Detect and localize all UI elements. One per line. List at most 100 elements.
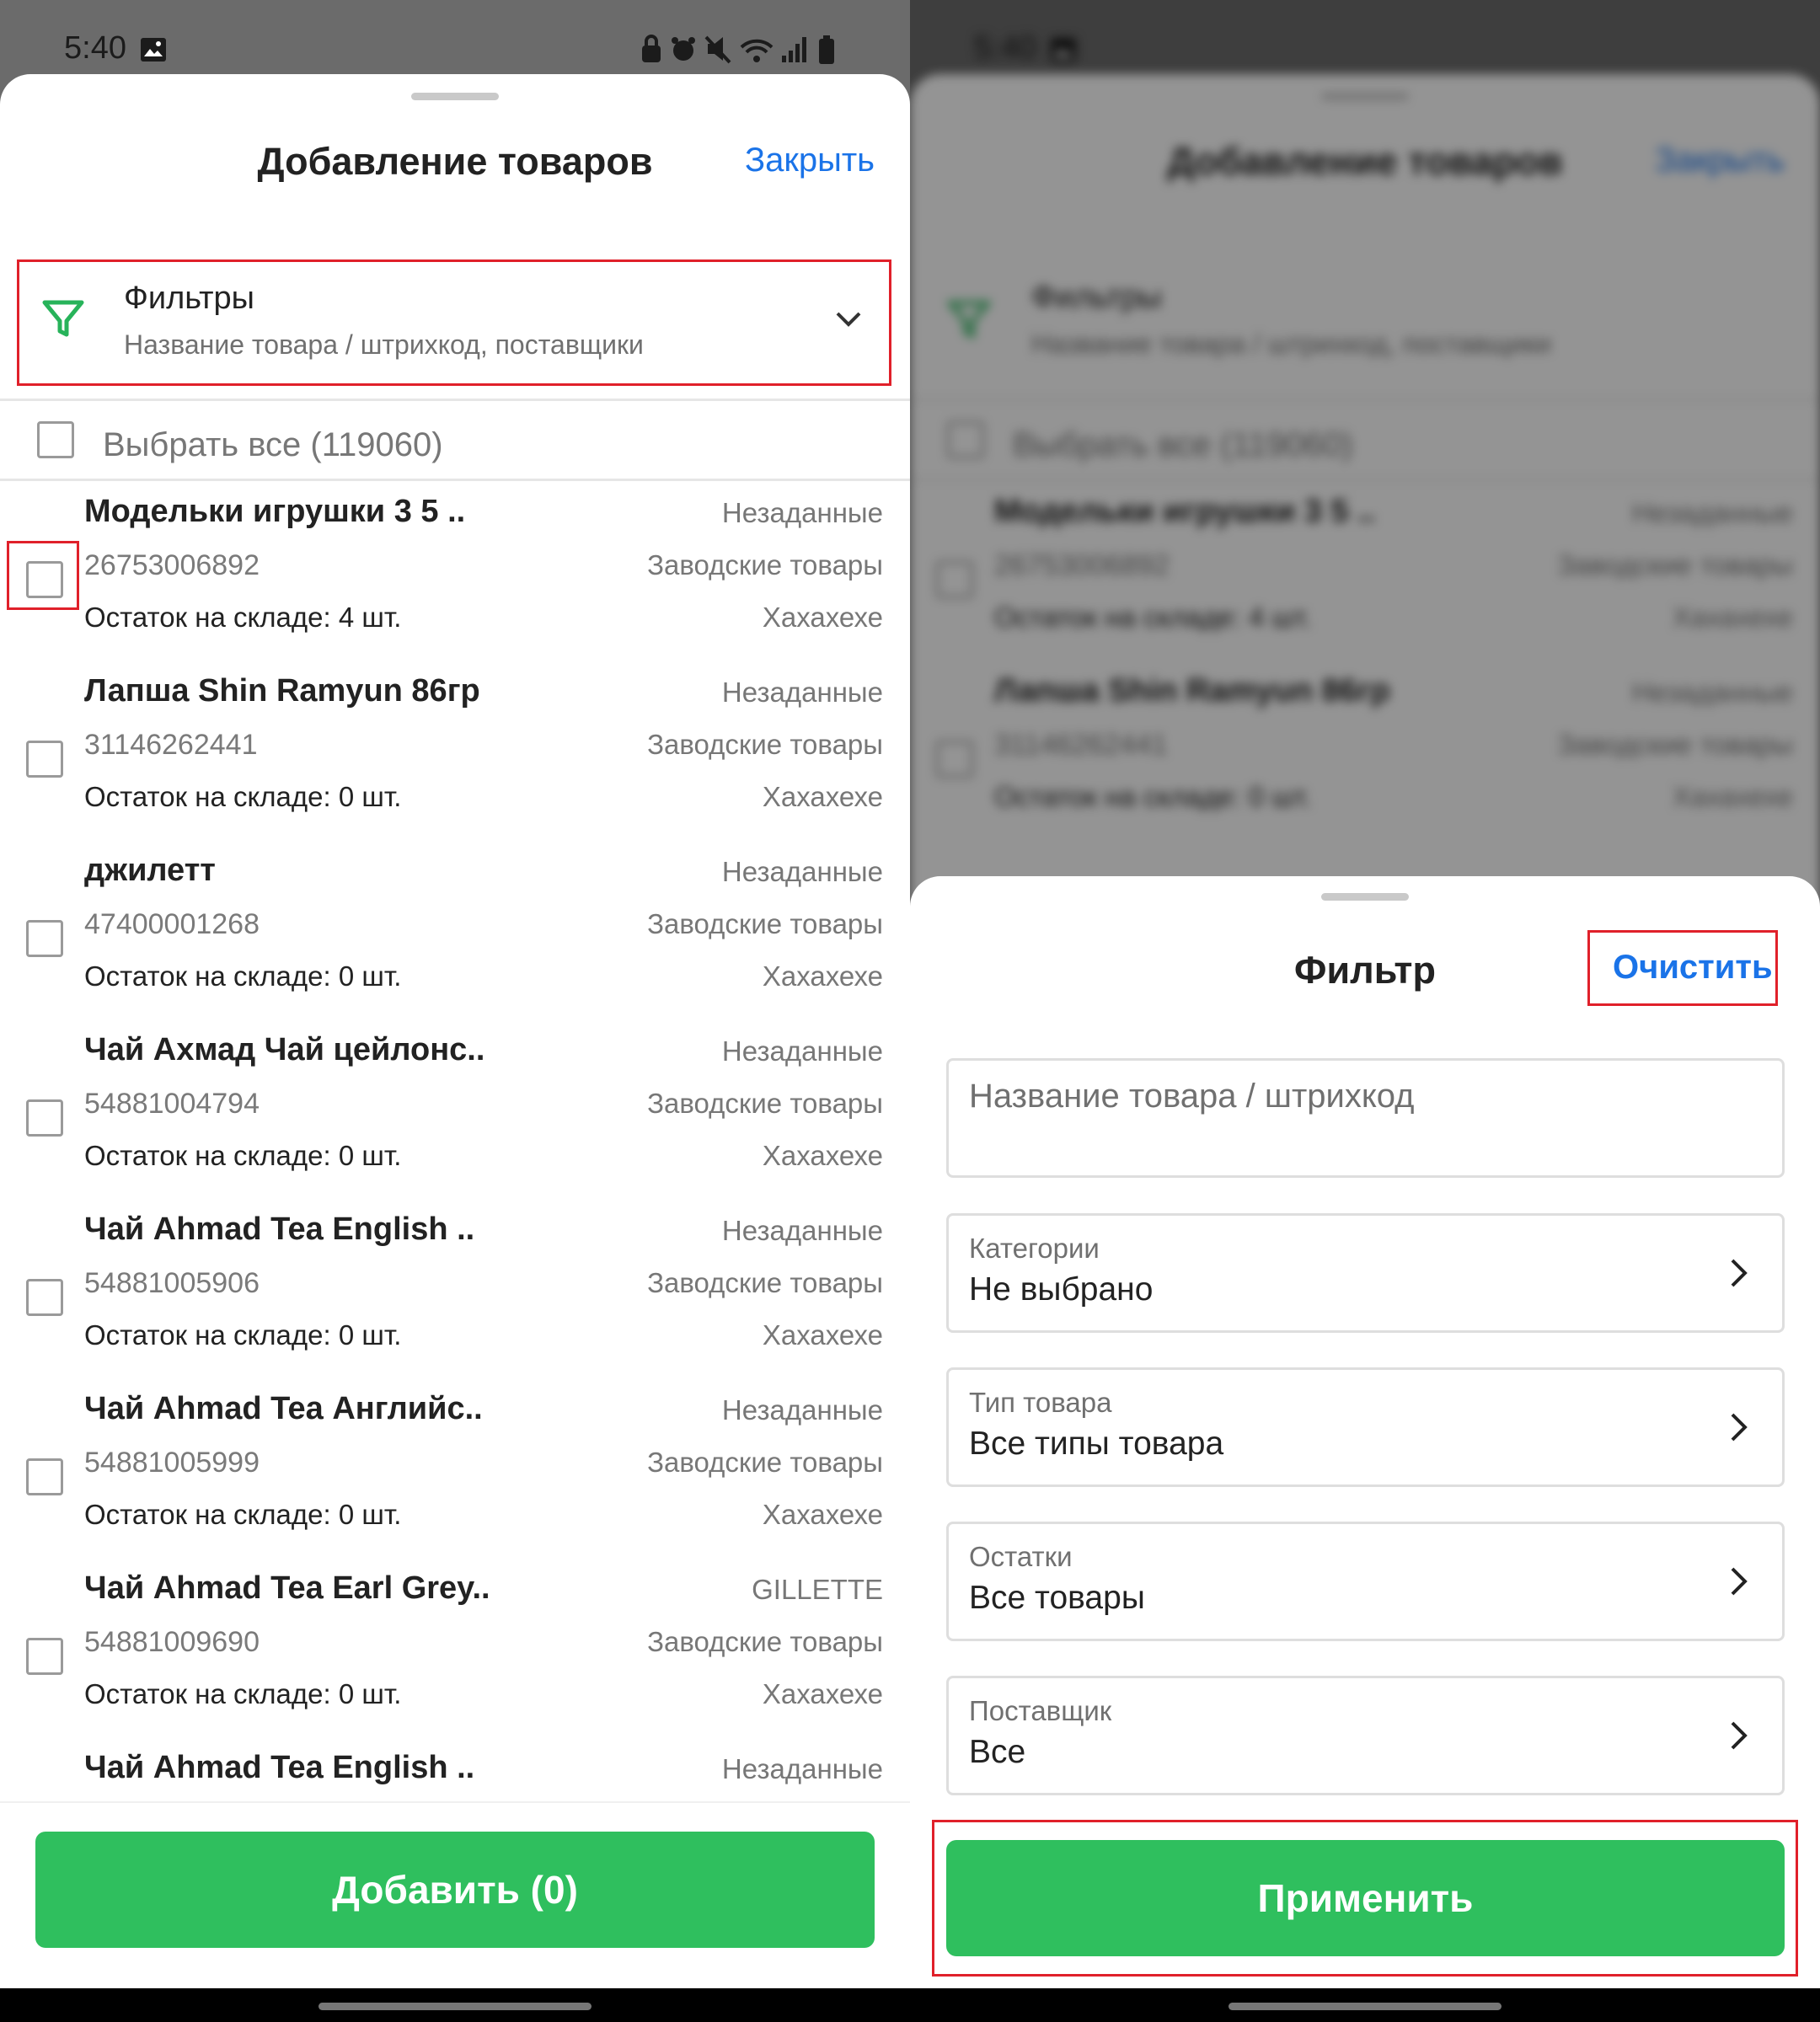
clear-button[interactable]: Очистить xyxy=(1613,949,1773,987)
item-category: Незаданные xyxy=(721,1035,883,1067)
chevron-right-icon xyxy=(1731,1413,1748,1442)
list-item[interactable]: Чай Ahmad Tea Earl Grey.. 54881009690 Ос… xyxy=(0,1557,910,1736)
item-barcode: 31146262441 xyxy=(84,729,258,761)
list-item[interactable]: Лапша Shin Ramyun 86гр 31146262441 Остат… xyxy=(0,660,910,839)
field-label: Поставщик xyxy=(969,1695,1112,1726)
filter-sheet: Фильтр Очистить Название товара / штрихк… xyxy=(910,876,1820,1988)
item-checkbox[interactable] xyxy=(26,1458,63,1495)
item-stock: Остаток на складе: 0 шт. xyxy=(84,1140,402,1171)
right-screen: 5:40 Добавление товаров Закрыть Фильтры … xyxy=(910,0,1820,2022)
field-value: Не выбрано xyxy=(969,1271,1154,1308)
item-type: Заводские товары xyxy=(647,1447,883,1478)
field-value: Все товары xyxy=(969,1580,1145,1616)
item-barcode: 54881009690 xyxy=(84,1626,260,1658)
item-category: Незаданные xyxy=(721,1215,883,1246)
list-item[interactable]: Чай Ahmad Tea Английс.. 54881005999 Оста… xyxy=(0,1377,910,1557)
filter-funnel-icon xyxy=(42,300,84,337)
item-type: Заводские товары xyxy=(647,1626,883,1657)
item-checkbox[interactable] xyxy=(26,1638,63,1675)
filters-expander[interactable]: Фильтры Название товара / штрихкод, пост… xyxy=(17,259,891,386)
item-category: Незаданные xyxy=(721,497,883,528)
sheet-handle[interactable] xyxy=(411,93,499,100)
item-category: GILLETTE xyxy=(752,1574,883,1605)
list-item[interactable]: джилетт 47400001268 Остаток на складе: 0… xyxy=(0,839,910,1019)
field-value: Все типы товара xyxy=(969,1426,1224,1462)
close-button[interactable]: Закрыть xyxy=(745,142,875,179)
item-checkbox[interactable] xyxy=(26,920,63,957)
item-barcode: 47400001268 xyxy=(84,908,260,940)
item-supplier: Хахахехе xyxy=(762,960,883,992)
search-input[interactable]: Название товара / штрихкод xyxy=(946,1058,1785,1178)
list-item[interactable]: Модельки игрушки 3 5 .. 26753006892 Оста… xyxy=(0,480,910,660)
alarm-icon xyxy=(672,37,695,61)
item-type: Заводские товары xyxy=(647,1088,883,1119)
item-type: Заводские товары xyxy=(647,549,883,580)
item-checkbox[interactable] xyxy=(26,1279,63,1316)
checkbox-highlight xyxy=(7,541,79,610)
product-list: Модельки игрушки 3 5 .. 26753006892 Оста… xyxy=(0,480,910,1870)
chevron-right-icon xyxy=(1731,1259,1748,1287)
item-stock: Остаток на складе: 0 шт. xyxy=(84,1499,402,1530)
select-all-checkbox[interactable] xyxy=(37,421,74,458)
chevron-right-icon xyxy=(1731,1721,1748,1750)
item-name: Чай Ahmad Tea Английс.. xyxy=(84,1391,483,1426)
item-name: Чай Ahmad Tea English .. xyxy=(84,1750,475,1785)
apply-button[interactable]: Применить xyxy=(946,1840,1785,1956)
select-all-row[interactable]: Выбрать все (119060) xyxy=(0,403,910,479)
item-supplier: Хахахехе xyxy=(762,602,883,633)
divider xyxy=(0,399,910,401)
item-supplier: Хахахехе xyxy=(762,1319,883,1351)
item-stock: Остаток на складе: 0 шт. xyxy=(84,1319,402,1351)
select-all-label: Выбрать все (119060) xyxy=(103,426,443,463)
item-checkbox[interactable] xyxy=(26,741,63,778)
item-checkbox[interactable] xyxy=(26,1099,63,1137)
item-category: Незаданные xyxy=(721,1753,883,1784)
item-category: Незаданные xyxy=(721,1394,883,1426)
status-icons xyxy=(642,35,834,64)
item-barcode: 54881004794 xyxy=(84,1088,260,1120)
item-stock: Остаток на складе: 0 шт. xyxy=(84,960,402,992)
item-supplier: Хахахехе xyxy=(762,781,883,812)
stock-selector[interactable]: Остатки Все товары xyxy=(946,1522,1785,1641)
field-value: Все xyxy=(969,1734,1026,1770)
item-supplier: Хахахехе xyxy=(762,1678,883,1709)
filters-subtitle: Название товара / штрихкод, поставщики xyxy=(124,329,644,360)
mute-icon xyxy=(704,35,731,64)
product-type-selector[interactable]: Тип товара Все типы товара xyxy=(946,1367,1785,1487)
search-placeholder: Название товара / штрихкод xyxy=(969,1078,1415,1115)
item-name: Чай Ahmad Tea Earl Grey.. xyxy=(84,1570,490,1606)
supplier-selector[interactable]: Поставщик Все xyxy=(946,1676,1785,1795)
sheet-handle[interactable] xyxy=(1321,893,1409,901)
status-time: 5:40 xyxy=(64,30,126,66)
item-type: Заводские товары xyxy=(647,908,883,939)
item-name: джилетт xyxy=(84,853,216,888)
bottom-bar: Добавить (0) xyxy=(0,1801,910,1988)
signal-icon xyxy=(782,37,806,62)
gallery-notification-icon xyxy=(141,38,166,62)
item-stock: Остаток на складе: 4 шт. xyxy=(84,602,402,633)
wifi-icon xyxy=(740,39,774,62)
list-item[interactable]: Чай Ахмад Чай цейлонс.. 54881004794 Оста… xyxy=(0,1019,910,1198)
battery-icon xyxy=(819,35,834,64)
field-label: Тип товара xyxy=(969,1387,1112,1418)
add-products-sheet: Добавление товаров Закрыть Фильтры Назва… xyxy=(0,74,910,1988)
chevron-right-icon xyxy=(1731,1567,1748,1596)
item-supplier: Хахахехе xyxy=(762,1140,883,1171)
item-name: Чай Ahmad Tea English .. xyxy=(84,1212,475,1247)
home-gesture-bar[interactable] xyxy=(318,2003,592,2010)
item-type: Заводские товары xyxy=(647,1267,883,1298)
item-category: Незаданные xyxy=(721,856,883,887)
field-label: Категории xyxy=(969,1233,1100,1264)
item-category: Незаданные xyxy=(721,677,883,708)
nav-bar xyxy=(910,1988,1820,2022)
item-type: Заводские товары xyxy=(647,729,883,760)
list-item[interactable]: Чай Ahmad Tea English .. 54881005906 Ост… xyxy=(0,1198,910,1377)
item-stock: Остаток на складе: 0 шт. xyxy=(84,781,402,812)
item-supplier: Хахахехе xyxy=(762,1499,883,1530)
item-barcode: 54881005906 xyxy=(84,1267,260,1299)
categories-selector[interactable]: Категории Не выбрано xyxy=(946,1213,1785,1333)
home-gesture-bar[interactable] xyxy=(1228,2003,1502,2010)
filters-title: Фильтры xyxy=(124,281,254,316)
add-button[interactable]: Добавить (0) xyxy=(35,1832,875,1948)
status-bar: 5:40 xyxy=(0,0,910,74)
